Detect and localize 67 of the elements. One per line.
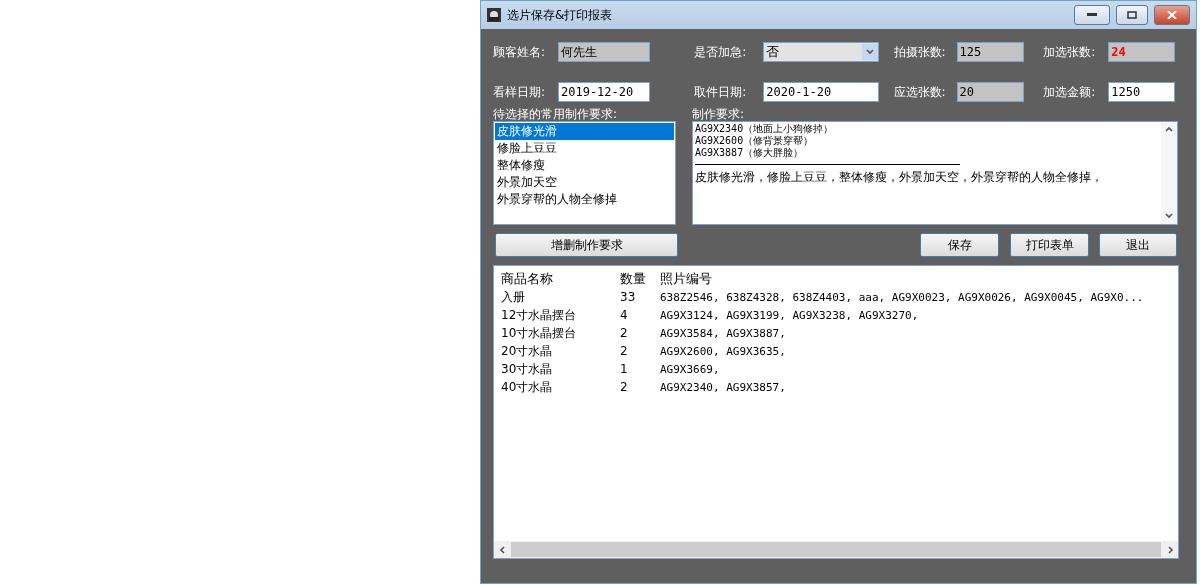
list-item[interactable]: 外景加天空 [495,174,674,191]
input-field[interactable]: 125 [956,42,1024,62]
field-label: 应选张数: [893,83,947,101]
table-cell-text: 30寸水晶 [501,360,554,378]
minimize-icon [1087,13,1097,17]
edit-requirements-button[interactable]: 增删制作要求 [495,233,678,257]
dropdown-icon[interactable] [866,48,875,56]
scroll-down-icon[interactable] [1165,212,1173,220]
table-cell-text: AG9X2340, AG9X3857, [660,380,787,394]
field-label: 顾客姓名: [493,43,547,61]
minimize-button[interactable] [1074,5,1110,25]
textarea-label: 制作要求: [692,107,746,121]
field-label: 是否加急: [694,43,748,61]
list-item[interactable]: 修脸上豆豆 [495,140,674,157]
table-cell-text: 33 [620,290,637,304]
window-title: 选片保存&打印报表 [507,6,614,24]
table-cell-text: 2 [620,326,629,340]
maximize-button[interactable] [1116,5,1148,25]
maximize-icon [1127,11,1137,19]
scroll-right-icon[interactable] [1165,545,1174,554]
input-field[interactable]: 1250 [1108,82,1176,102]
field-label: 看样日期: [493,83,547,101]
table-cell-text: 2 [620,380,629,394]
note-line: AG9X2340（地面上小狗修掉） [695,123,835,135]
table-cell-text: 12寸水晶摆台 [501,306,578,324]
list-item[interactable]: 外景穿帮的人物全修掉 [495,191,674,208]
table-cell-text: 638Z2546, 638Z4328, 638Z4403, aaa, AG9X0023, AG9X0026, AG9X0045, AG9X0... [660,290,1145,304]
input-field[interactable]: 何先生 [558,42,650,62]
requirements-textarea[interactable]: AG9X2340（地面上小狗修掉） AG9X2600（修背景穿帮） AG9X3887（修大胖脸） 皮肤修光滑，修脸上豆豆，整体修瘦，外景加天空，外景穿帮的人物全修掉， [692,121,1178,225]
scroll-left-icon[interactable] [498,545,507,554]
save-button[interactable]: 保存 [920,233,999,257]
table-cell-text: 40寸水晶 [501,378,554,396]
combo-box[interactable]: 否 [763,42,880,62]
column-header[interactable]: 照片编号 [660,270,1178,288]
table-cell-text: 入册 [501,288,526,306]
field-label: 拍摄张数: [893,43,947,61]
table-cell-text: AG9X3124, AG9X3199, AG9X3238, AG9X3270, [660,308,920,322]
list-item[interactable]: 整体修瘦 [495,157,674,174]
note-line: AG9X3887（修大胖脸） [695,147,805,159]
summary-text: 皮肤修光滑，修脸上豆豆，整体修瘦，外景加天空，外景穿帮的人物全修掉， [695,169,1104,186]
print-button[interactable]: 打印表单 [1010,233,1089,257]
table-cell-text: 20寸水晶 [501,342,554,360]
close-icon [1167,11,1177,19]
exit-button[interactable]: 退出 [1099,233,1177,257]
vertical-scrollbar[interactable] [1161,122,1177,224]
table-cell-text: 2 [620,344,629,358]
table-cell-text: AG9X3584, AG9X3887, [660,326,787,340]
table-cell-text: 4 [620,308,629,322]
input-field[interactable]: 20 [956,82,1024,102]
table-cell-text: AG9X3669, [660,362,721,376]
field-label: 取件日期: [694,83,748,101]
app-icon [487,8,501,22]
column-header[interactable]: 数量 [620,270,660,288]
field-label: 加选张数: [1043,43,1097,61]
input-field[interactable]: 2020-1-20 [763,82,880,102]
table-cell-text: 1 [620,362,629,376]
input-field[interactable]: 2019-12-20 [558,82,650,102]
close-button[interactable] [1154,5,1190,25]
note-line: AG9X2600（修背景穿帮） [695,135,815,147]
table-cell-text: 10寸水晶摆台 [501,324,578,342]
scroll-up-icon[interactable] [1165,126,1173,134]
horizontal-scrollbar[interactable] [494,541,1178,558]
field-label: 加选金额: [1043,83,1097,101]
list-label: 待选择的常用制作要求: [493,107,619,121]
table-cell-text: AG9X2600, AG9X3635, [660,344,787,358]
column-header[interactable]: 商品名称 [501,270,620,288]
list-item[interactable]: 皮肤修光滑 [495,123,674,140]
